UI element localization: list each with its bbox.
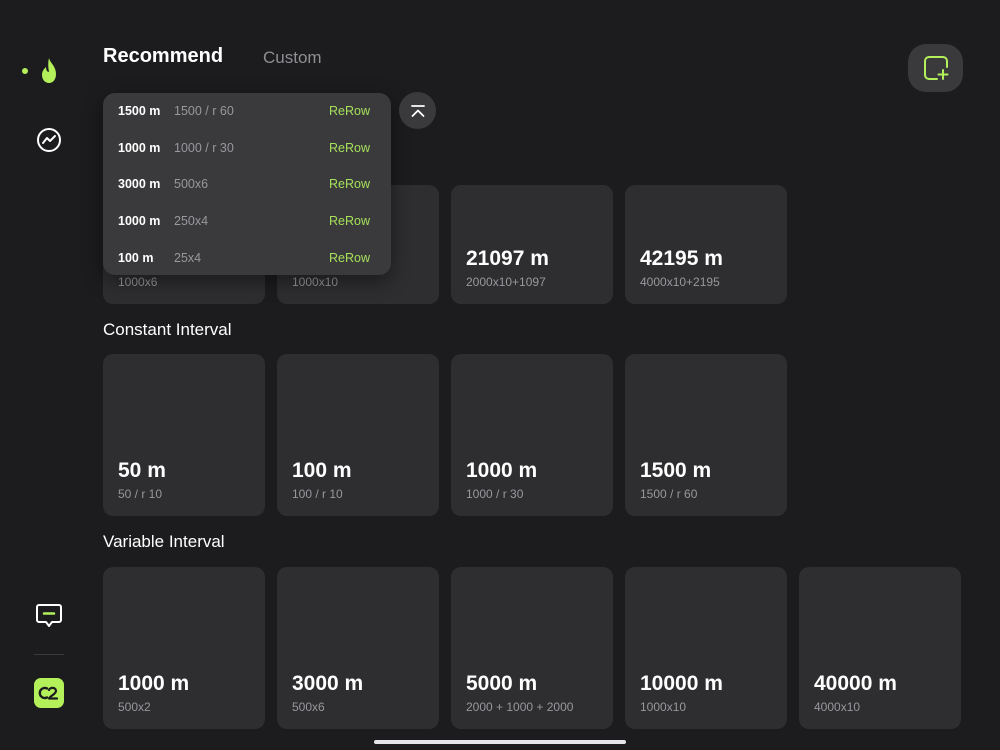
recent-workouts-popup: 1500 m 1500 / r 60 ReRow 1000 m 1000 / r… [103, 93, 391, 275]
popup-item[interactable]: 3000 m 500x6 ReRow [103, 166, 391, 203]
tab-custom[interactable]: Custom [263, 48, 322, 68]
card-title: 1000 m [118, 672, 190, 695]
card-subtitle: 100 / r 10 [292, 487, 343, 501]
popup-item[interactable]: 1500 m 1500 / r 60 ReRow [103, 93, 391, 130]
rerow-button[interactable]: ReRow [329, 214, 370, 228]
workout-card[interactable]: 21097 m 2000x10+1097 [451, 185, 613, 304]
card-title: 40000 m [814, 672, 897, 695]
card-title: 3000 m [292, 672, 364, 695]
workout-card[interactable]: 1000 m 1000 / r 30 [451, 354, 613, 516]
popup-item-distance: 3000 m [118, 177, 161, 192]
tab-recommend[interactable]: Recommend [103, 45, 223, 68]
popup-item-plan: 1500 / r 60 [174, 104, 234, 119]
popup-item-plan: 500x6 [174, 177, 209, 192]
brand-logo-icon[interactable] [34, 678, 64, 708]
card-subtitle: 1500 / r 60 [640, 487, 698, 501]
workout-card[interactable]: 40000 m 4000x10 [799, 567, 961, 729]
workout-card[interactable]: 5000 m 2000 + 1000 + 2000 [451, 567, 613, 729]
section-title-constant-interval: Constant Interval [103, 320, 232, 339]
popup-item[interactable]: 1000 m 250x4 ReRow [103, 203, 391, 240]
sidebar-divider [34, 654, 64, 655]
popup-item-distance: 100 m [118, 250, 154, 265]
card-subtitle: 500x6 [292, 700, 325, 714]
home-indicator[interactable] [374, 740, 626, 744]
flame-icon[interactable] [34, 56, 64, 86]
card-subtitle: 1000x6 [118, 275, 158, 289]
workout-card[interactable]: 10000 m 1000x10 [625, 567, 787, 729]
workout-card[interactable]: 42195 m 4000x10+2195 [625, 185, 787, 304]
popup-item-plan: 25x4 [174, 250, 202, 265]
card-subtitle: 1000 / r 30 [466, 487, 524, 501]
card-title: 1000 m [466, 459, 538, 482]
trend-chart-icon[interactable] [34, 125, 64, 155]
section-title-variable-interval: Variable Interval [103, 532, 225, 551]
card-title: 100 m [292, 459, 352, 482]
popup-item-distance: 1500 m [118, 104, 161, 119]
card-title: 42195 m [640, 247, 723, 270]
popup-item-distance: 1000 m [118, 214, 161, 229]
active-indicator-dot [22, 68, 28, 74]
popup-item[interactable]: 1000 m 1000 / r 30 ReRow [103, 130, 391, 167]
add-square-icon [923, 56, 948, 80]
collapse-up-icon [410, 104, 425, 117]
card-title: 50 m [118, 459, 166, 482]
card-subtitle: 500x2 [118, 700, 151, 714]
collapse-popup-button[interactable] [399, 92, 436, 129]
add-workout-button[interactable] [908, 44, 963, 92]
workout-card[interactable]: 50 m 50 / r 10 [103, 354, 265, 516]
card-subtitle: 1000x10 [640, 700, 687, 714]
card-subtitle: 50 / r 10 [118, 487, 163, 501]
card-subtitle: 2000 + 1000 + 2000 [466, 700, 574, 714]
card-title: 1500 m [640, 459, 712, 482]
popup-item[interactable]: 100 m 25x4 ReRow [103, 239, 391, 276]
popup-item-plan: 250x4 [174, 214, 209, 229]
popup-item-distance: 1000 m [118, 140, 161, 155]
card-subtitle: 1000x10 [292, 275, 339, 289]
card-subtitle: 4000x10 [814, 700, 861, 714]
card-subtitle: 4000x10+2195 [640, 275, 720, 289]
card-subtitle: 2000x10+1097 [466, 275, 546, 289]
rerow-button[interactable]: ReRow [329, 141, 370, 155]
workout-card[interactable]: 1500 m 1500 / r 60 [625, 354, 787, 516]
card-title: 21097 m [466, 247, 549, 270]
rerow-button[interactable]: ReRow [329, 104, 370, 118]
popup-item-plan: 1000 / r 30 [174, 140, 234, 155]
message-icon[interactable] [34, 600, 64, 630]
workout-card[interactable]: 3000 m 500x6 [277, 567, 439, 729]
card-title: 5000 m [466, 672, 538, 695]
rerow-button[interactable]: ReRow [329, 177, 370, 191]
rerow-button[interactable]: ReRow [329, 251, 370, 265]
workout-card[interactable]: 1000 m 500x2 [103, 567, 265, 729]
workout-card[interactable]: 100 m 100 / r 10 [277, 354, 439, 516]
card-title: 10000 m [640, 672, 723, 695]
